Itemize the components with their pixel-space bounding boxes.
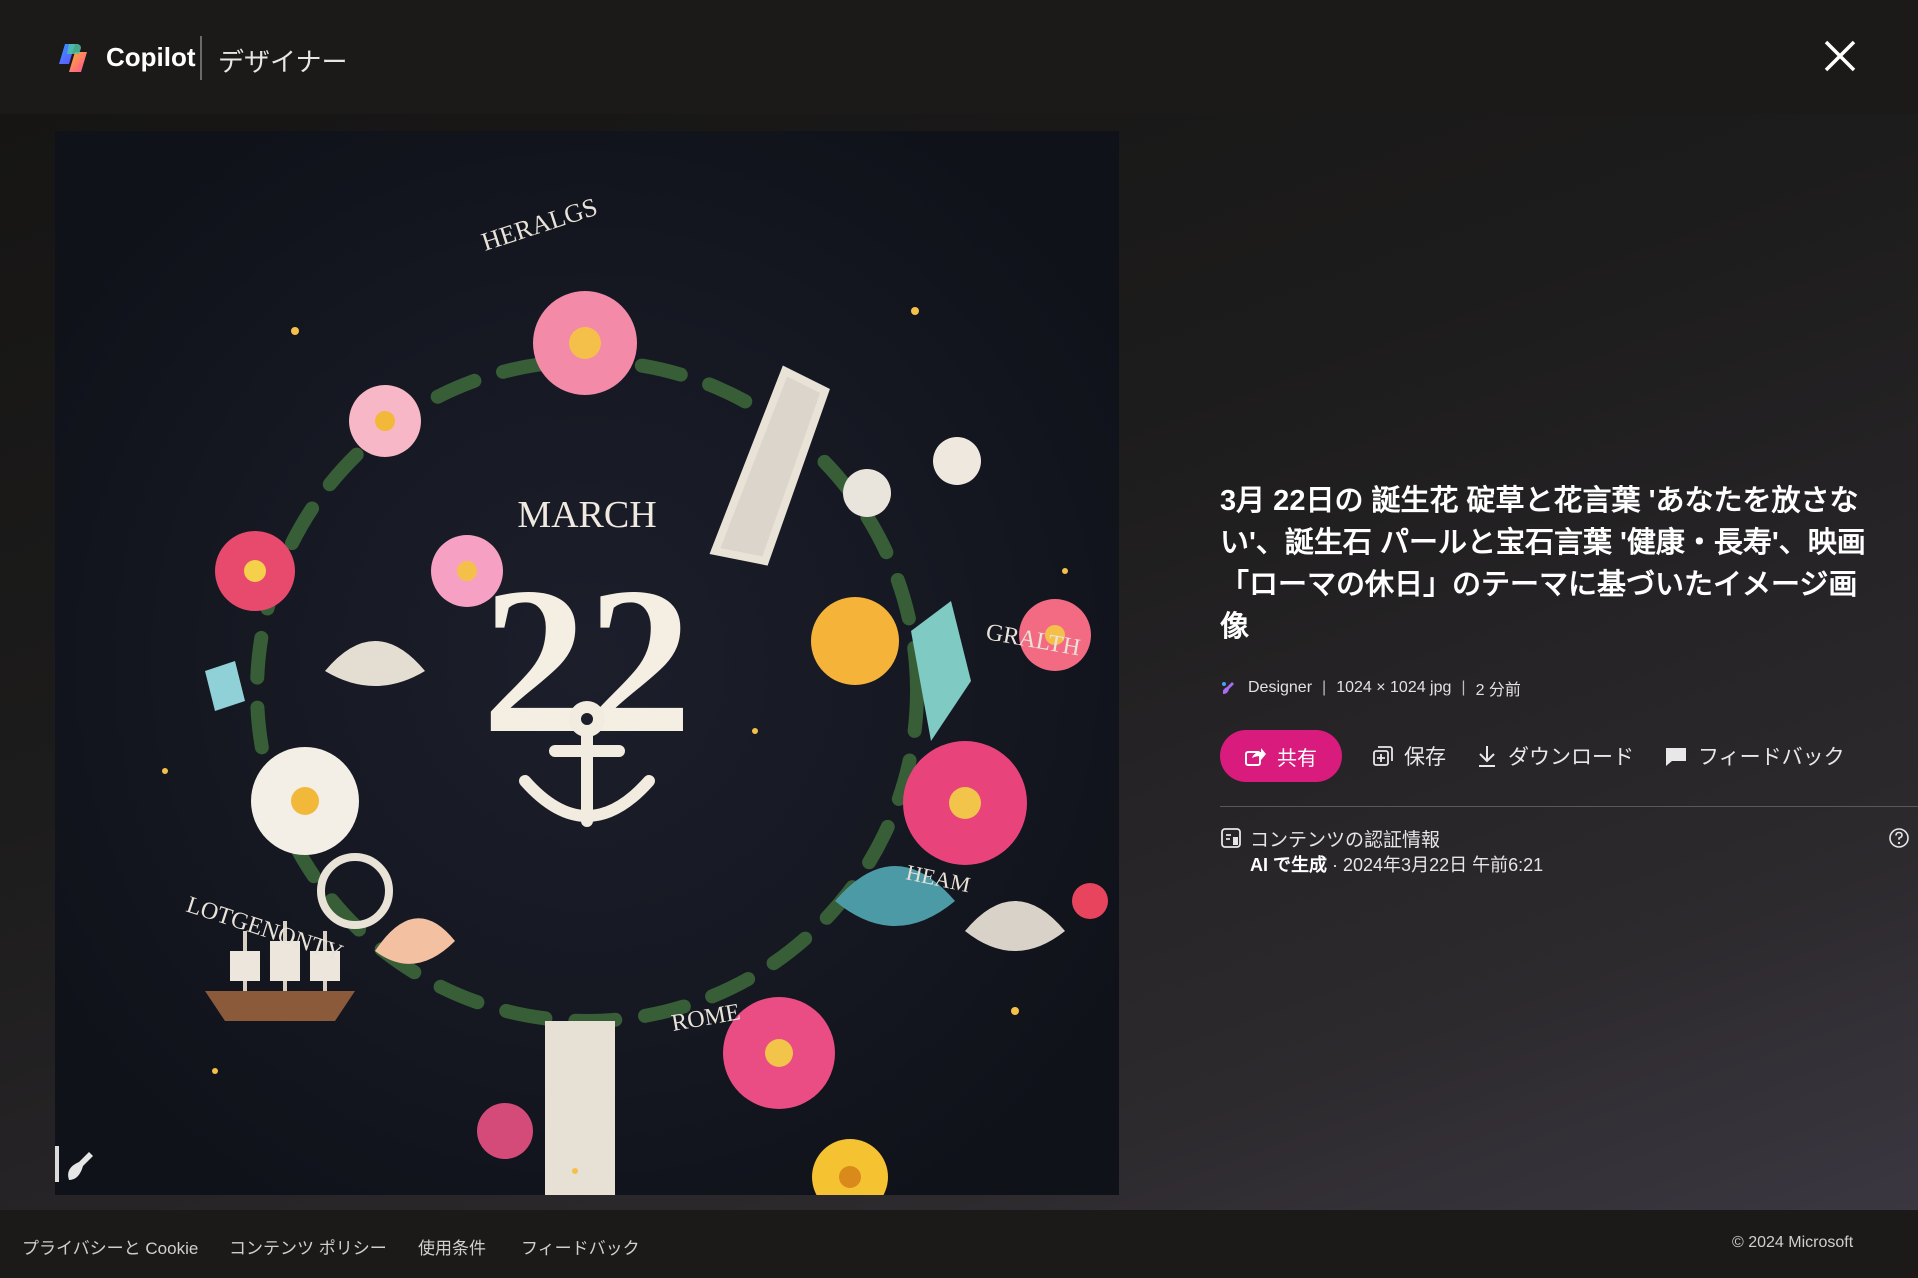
copilot-logo-icon[interactable] xyxy=(55,40,91,76)
close-icon[interactable] xyxy=(1818,34,1862,78)
footer-terms-link[interactable]: 使用条件 xyxy=(418,1234,486,1259)
save-button[interactable]: 保存 xyxy=(1372,741,1446,771)
header-divider xyxy=(200,36,202,80)
brand-name[interactable]: Copilot xyxy=(106,42,196,73)
credentials-detail: AI で生成 · 2024年3月22日 午前6:21 xyxy=(1250,851,1543,877)
save-collection-icon xyxy=(1373,746,1393,766)
product-name: デザイナー xyxy=(218,47,348,77)
details-panel: 3月 22日の 誕生花 碇草と花言葉 'あなたを放さない'、誕生石 パールと宝石… xyxy=(1220,480,1918,877)
image-meta: Designer | 1024 × 1024 jpg | 2 分前 xyxy=(1220,676,1880,700)
feedback-button[interactable]: フィードバック xyxy=(1664,741,1845,771)
top-bar: Copilot デザイナー xyxy=(0,0,1918,114)
meta-separator: | xyxy=(1461,679,1466,696)
download-icon xyxy=(1479,746,1495,767)
footer-policy-link[interactable]: コンテンツ ポリシー xyxy=(229,1234,387,1259)
image-title: 3月 22日の 誕生花 碇草と花言葉 'あなたを放さない'、誕生石 パールと宝石… xyxy=(1220,485,1866,643)
content-credentials: コンテンツの認証情報 AI で生成 · 2024年3月22日 午前6:21 xyxy=(1220,825,1909,877)
meta-age: 2 分前 xyxy=(1475,682,1521,699)
download-label: ダウンロード xyxy=(1508,746,1634,769)
feedback-icon xyxy=(1666,748,1686,766)
save-label: 保存 xyxy=(1404,746,1446,769)
meta-source: Designer xyxy=(1248,679,1313,696)
image-artwork: MARCH 22 HERALGS GRALTH LOTGENONTY ROME … xyxy=(55,131,1119,1195)
panel-divider xyxy=(1220,806,1918,807)
designer-badge-icon xyxy=(55,1146,93,1182)
designer-icon xyxy=(1222,682,1234,694)
footer: プライバシーと Cookie コンテンツ ポリシー 使用条件 フィードバック ©… xyxy=(0,1210,1918,1278)
meta-size: 1024 × 1024 jpg xyxy=(1336,679,1452,696)
share-button[interactable]: 共有 xyxy=(1220,730,1342,782)
footer-feedback-link[interactable]: フィードバック xyxy=(521,1234,640,1259)
image-month-text: MARCH xyxy=(517,494,656,536)
share-icon xyxy=(1245,748,1266,766)
download-button[interactable]: ダウンロード xyxy=(1476,741,1634,771)
credentials-generated: AI で生成 xyxy=(1250,855,1328,875)
share-label: 共有 xyxy=(1277,747,1317,770)
feedback-label: フィードバック xyxy=(1698,746,1845,769)
footer-copyright: © 2024 Microsoft xyxy=(1732,1234,1854,1251)
content-credentials-icon xyxy=(1221,828,1241,848)
action-bar: 共有 保存 ダウンロード フィードバック xyxy=(1220,730,1880,782)
credentials-date: · 2024年3月22日 午前6:21 xyxy=(1327,855,1544,875)
footer-privacy-link[interactable]: プライバシーと Cookie xyxy=(22,1234,198,1259)
generated-image[interactable]: MARCH 22 HERALGS GRALTH LOTGENONTY ROME … xyxy=(55,131,1119,1195)
credentials-title: コンテンツの認証情報 xyxy=(1250,830,1441,851)
meta-separator: | xyxy=(1322,679,1327,696)
help-icon[interactable] xyxy=(1888,827,1910,849)
